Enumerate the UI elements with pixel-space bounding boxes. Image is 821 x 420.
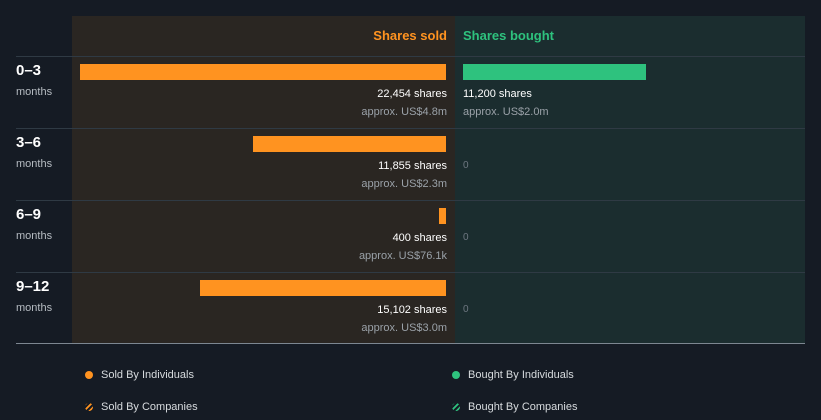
bought-zero-label: 0 [463,160,469,171]
legend-item: Bought By Companies [452,401,577,413]
sold-bar [252,136,446,152]
bought-zero-label: 0 [463,304,469,315]
legend-item: Sold By Companies [85,401,198,413]
sold-value-label: approx. US$2.3m [361,178,447,190]
sold-bar [439,208,446,224]
legend-label: Bought By Individuals [468,369,574,381]
legend-item: Bought By Individuals [452,369,574,381]
period-unit-label: months [16,302,53,314]
bought-value-label: approx. US$2.0m [463,106,549,118]
sold-value-label: approx. US$76.1k [358,250,447,262]
sold-bar [80,64,446,80]
period-unit-label: months [16,158,53,170]
sold-shares-label: 400 shares [392,232,447,244]
shares-sold-header: Shares sold [373,28,447,43]
legend-label: Sold By Individuals [101,369,194,381]
period-label: 0–3 [16,62,42,79]
row-divider [16,128,805,129]
bought-zero-label: 0 [463,232,469,243]
legend-hatched-icon [85,403,93,411]
period-label: 6–9 [16,206,42,223]
legend-hatched-icon [452,403,460,411]
period-label: 3–6 [16,134,42,151]
legend-dot-icon [85,371,93,379]
legend-label: Bought By Companies [468,401,578,413]
sold-value-label: approx. US$3.0m [361,322,447,334]
sold-shares-label: 22,454 shares [377,88,447,100]
sold-value-label: approx. US$4.8m [361,106,447,118]
chart-baseline [16,343,805,344]
sold-shares-label: 11,855 shares [378,160,447,172]
legend-dot-icon [452,371,460,379]
bought-bar [463,64,646,80]
period-unit-label: months [16,86,53,98]
period-label: 9–12 [16,278,50,295]
row-divider [16,200,805,201]
row-divider [16,56,805,57]
bought-shares-label: 11,200 shares [463,88,532,100]
shares-bought-header: Shares bought [463,28,555,43]
period-unit-label: months [16,230,53,242]
legend-label: Sold By Companies [101,401,198,413]
legend-item: Sold By Individuals [85,369,194,381]
row-divider [16,272,805,273]
sold-bar [199,280,446,296]
sold-shares-label: 15,102 shares [377,304,447,316]
